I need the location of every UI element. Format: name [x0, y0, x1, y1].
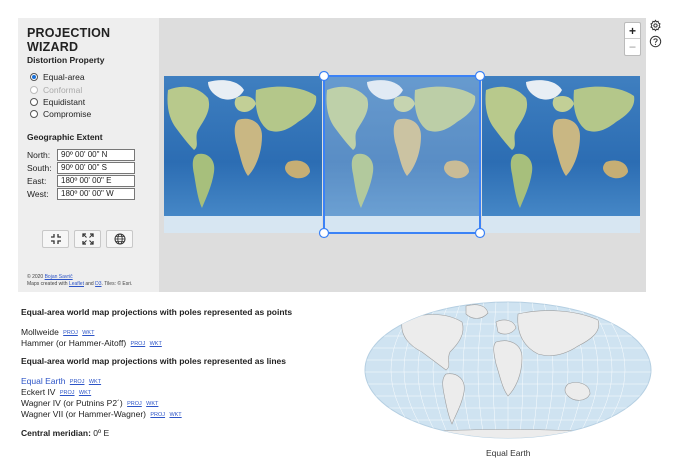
projection-item: Eckert IV PROJ WKT [21, 387, 91, 397]
central-meridian-label: Central meridian: [21, 428, 91, 438]
south-label: South: [27, 163, 52, 173]
proj-link[interactable]: PROJ [70, 379, 85, 385]
extent-north-row: North: 90º 00' 00" N [27, 149, 135, 161]
projection-item: Mollweide PROJ WKT [21, 327, 94, 337]
projection-name[interactable]: Wagner IV (or Putnins P2´) [21, 398, 123, 408]
equal-earth-preview [364, 301, 652, 439]
credit-line-2: Maps created with Leaflet and D3. Tiles:… [27, 281, 132, 287]
radio-button[interactable] [30, 73, 38, 81]
proj-link[interactable]: PROJ [131, 341, 146, 347]
extent-south-row: South: 90º 00' 00" S [27, 162, 135, 174]
selection-handle[interactable] [318, 70, 330, 82]
radio-label: Compromise [43, 109, 92, 119]
proj-link[interactable]: PROJ [60, 390, 75, 396]
north-input[interactable]: 90º 00' 00" N [57, 149, 135, 161]
credit-and: and [83, 281, 96, 287]
lines-heading: Equal-area world map projections with po… [21, 356, 286, 366]
zoom-control: + − [624, 22, 641, 56]
proj-link[interactable]: PROJ [150, 412, 165, 418]
wkt-link[interactable]: WKT [79, 390, 91, 396]
radio-compromise[interactable]: Compromise [30, 108, 91, 120]
selection-handle[interactable] [474, 70, 486, 82]
central-meridian-value: 0º E [93, 428, 110, 438]
radio-label: Conformal [43, 85, 83, 95]
radio-label: Equidistant [43, 97, 86, 107]
projection-name[interactable]: Eckert IV [21, 387, 55, 397]
radio-equidistant[interactable]: Equidistant [30, 96, 85, 108]
globe-icon [114, 233, 125, 245]
east-label: East: [27, 176, 47, 186]
wkt-link[interactable]: WKT [82, 330, 94, 336]
proj-link[interactable]: PROJ [63, 330, 78, 336]
help-button[interactable] [648, 34, 662, 48]
proj-link[interactable]: PROJ [127, 401, 142, 407]
geographic-extent-heading: Geographic Extent [27, 132, 103, 142]
radio-equal-area[interactable]: Equal-area [30, 71, 85, 83]
credit-text: Maps created with [27, 281, 69, 287]
projection-name[interactable]: Wagner VII (or Hammer-Wagner) [21, 409, 146, 419]
shrink-extent-icon [50, 234, 61, 244]
radio-button[interactable] [30, 98, 38, 106]
south-input[interactable]: 90º 00' 00" S [57, 162, 135, 174]
east-input[interactable]: 180º 00' 00" E [57, 175, 135, 187]
radio-button[interactable] [30, 86, 38, 94]
west-label: West: [27, 189, 49, 199]
wkt-link[interactable]: WKT [150, 341, 162, 347]
extent-map[interactable] [159, 18, 646, 292]
projection-item: Hammer (or Hammer-Aitoff) PROJ WKT [21, 338, 162, 348]
wkt-link[interactable]: WKT [89, 379, 101, 385]
credit-line-1: © 2020 Bojan Savrič [27, 274, 73, 280]
projection-item-selected: Equal Earth PROJ WKT [21, 376, 101, 386]
credit-copyright: © 2020 [27, 274, 45, 280]
expand-extent-button[interactable] [74, 230, 101, 248]
radio-conformal[interactable]: Conformal [30, 84, 82, 96]
zoom-out-button[interactable]: − [625, 39, 640, 55]
west-input[interactable]: 180º 00' 00" W [57, 188, 135, 200]
world-extent-button[interactable] [106, 230, 133, 248]
shrink-extent-button[interactable] [42, 230, 69, 248]
author-link[interactable]: Bojan Savrič [45, 274, 73, 280]
north-label: North: [27, 150, 51, 160]
help-icon [649, 35, 661, 47]
distortion-property-heading: Distortion Property [27, 55, 105, 65]
extent-east-row: East: 180º 00' 00" E [27, 175, 135, 187]
radio-button[interactable] [30, 110, 38, 118]
selection-handle[interactable] [474, 227, 486, 239]
expand-extent-icon [81, 233, 94, 245]
points-heading: Equal-area world map projections with po… [21, 307, 293, 317]
credit-tiles: . Tiles: © Esri. [101, 281, 133, 287]
gear-icon [649, 18, 661, 32]
selection-handle[interactable] [318, 227, 330, 239]
wkt-link[interactable]: WKT [146, 401, 158, 407]
preview-caption: Equal Earth [486, 448, 531, 458]
radio-label: Equal-area [43, 72, 85, 82]
selection-rectangle[interactable] [323, 75, 481, 234]
projection-item: Wagner VII (or Hammer-Wagner) PROJ WKT [21, 409, 182, 419]
zoom-in-button[interactable]: + [625, 23, 640, 39]
central-meridian: Central meridian: 0º E [21, 428, 109, 438]
projection-name[interactable]: Equal Earth [21, 376, 65, 386]
extent-west-row: West: 180º 00' 00" W [27, 188, 135, 200]
control-panel: PROJECTION WIZARD Distortion Property Eq… [18, 18, 159, 292]
leaflet-link[interactable]: Leaflet [69, 281, 84, 287]
projection-name[interactable]: Mollweide [21, 327, 59, 337]
wkt-link[interactable]: WKT [169, 412, 181, 418]
projection-name[interactable]: Hammer (or Hammer-Aitoff) [21, 338, 126, 348]
projection-item: Wagner IV (or Putnins P2´) PROJ WKT [21, 398, 158, 408]
app-title: PROJECTION WIZARD [27, 26, 111, 54]
settings-button[interactable] [648, 18, 662, 32]
world-tile-map [164, 70, 640, 239]
